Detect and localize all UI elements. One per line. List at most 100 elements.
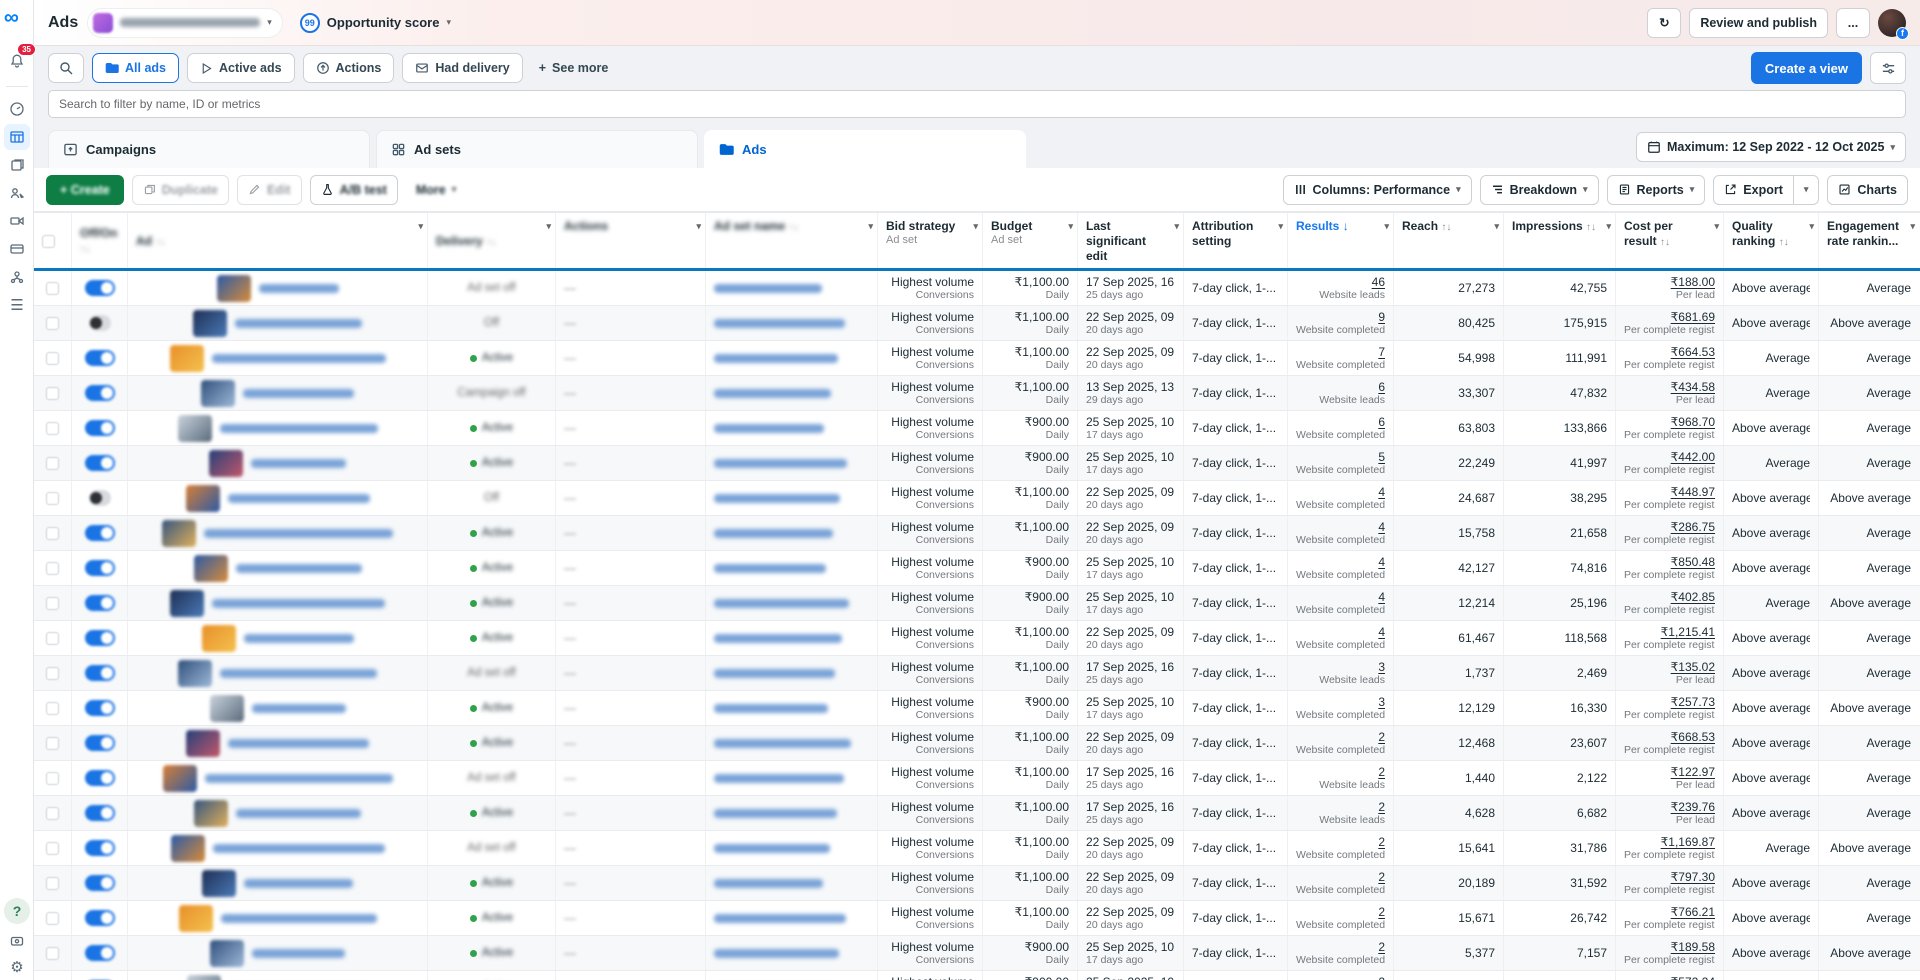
row-checkbox[interactable] bbox=[46, 352, 59, 365]
results-value[interactable]: 7 bbox=[1296, 345, 1385, 359]
cost-per-result-value[interactable]: ₹286.75 bbox=[1624, 520, 1715, 534]
help-icon[interactable]: ? bbox=[4, 898, 30, 924]
ad-on-off-toggle[interactable] bbox=[85, 595, 115, 611]
row-checkbox[interactable] bbox=[46, 842, 59, 855]
ad-set-name-redacted[interactable] bbox=[714, 844, 830, 853]
duplicate-button[interactable]: Duplicate bbox=[132, 175, 229, 205]
cost-per-result-value[interactable]: ₹448.97 bbox=[1624, 485, 1715, 499]
ad-set-name-redacted[interactable] bbox=[714, 914, 846, 923]
results-value[interactable]: 2 bbox=[1296, 765, 1385, 779]
ad-on-off-toggle[interactable] bbox=[85, 630, 115, 646]
ad-on-off-toggle[interactable] bbox=[85, 875, 115, 891]
row-checkbox[interactable] bbox=[46, 632, 59, 645]
ad-set-name-redacted[interactable] bbox=[714, 949, 839, 958]
campaigns-icon[interactable] bbox=[4, 124, 30, 150]
ad-set-name-redacted[interactable] bbox=[714, 809, 837, 818]
ad-on-off-toggle[interactable] bbox=[85, 280, 115, 296]
cost-per-result-value[interactable]: ₹135.02 bbox=[1624, 660, 1715, 674]
ad-on-off-toggle[interactable] bbox=[89, 490, 111, 506]
header-results[interactable]: Results ↓▾ bbox=[1288, 213, 1394, 268]
ad-name-redacted[interactable] bbox=[220, 424, 378, 433]
view-settings-button[interactable] bbox=[1870, 52, 1906, 84]
row-checkbox[interactable] bbox=[46, 492, 59, 505]
results-value[interactable]: 2 bbox=[1296, 835, 1385, 849]
row-checkbox[interactable] bbox=[46, 947, 59, 960]
results-value[interactable]: 4 bbox=[1296, 590, 1385, 604]
header-cost-per-result[interactable]: Cost per result ↑↓▾ bbox=[1616, 213, 1724, 268]
ad-set-name-redacted[interactable] bbox=[714, 284, 822, 293]
row-checkbox[interactable] bbox=[46, 912, 59, 925]
ad-name-redacted[interactable] bbox=[252, 704, 346, 713]
results-value[interactable]: 5 bbox=[1296, 450, 1385, 464]
ad-on-off-toggle[interactable] bbox=[85, 455, 115, 471]
ad-set-name-redacted[interactable] bbox=[714, 529, 833, 538]
more-button[interactable]: More ▾ bbox=[406, 175, 466, 205]
cost-per-result-value[interactable]: ₹402.85 bbox=[1624, 590, 1715, 604]
ad-name-redacted[interactable] bbox=[243, 389, 354, 398]
ad-on-off-toggle[interactable] bbox=[85, 945, 115, 961]
cost-per-result-value[interactable]: ₹1,215.41 bbox=[1624, 625, 1715, 639]
header-actions[interactable]: Actions▾ bbox=[556, 213, 706, 268]
row-checkbox[interactable] bbox=[46, 807, 59, 820]
ad-on-off-toggle[interactable] bbox=[85, 560, 115, 576]
ad-name-redacted[interactable] bbox=[244, 634, 354, 643]
cost-per-result-value[interactable]: ₹664.53 bbox=[1624, 345, 1715, 359]
select-all-checkbox[interactable] bbox=[34, 213, 72, 268]
ad-set-name-redacted[interactable] bbox=[714, 319, 845, 328]
ad-name-redacted[interactable] bbox=[212, 599, 385, 608]
ad-name-redacted[interactable] bbox=[220, 669, 377, 678]
row-checkbox[interactable] bbox=[46, 457, 59, 470]
ad-set-name-redacted[interactable] bbox=[714, 494, 840, 503]
results-value[interactable]: 2 bbox=[1296, 730, 1385, 744]
results-value[interactable]: 4 bbox=[1296, 485, 1385, 499]
row-checkbox[interactable] bbox=[46, 702, 59, 715]
ad-name-redacted[interactable] bbox=[236, 809, 361, 818]
cost-per-result-value[interactable]: ₹239.76 bbox=[1624, 800, 1715, 814]
header-ad[interactable]: Ad ↑↓▾ bbox=[128, 213, 428, 268]
ad-name-redacted[interactable] bbox=[244, 879, 353, 888]
cost-per-result-value[interactable]: ₹442.00 bbox=[1624, 450, 1715, 464]
row-checkbox[interactable] bbox=[46, 387, 59, 400]
ad-name-redacted[interactable] bbox=[252, 949, 345, 958]
ad-name-redacted[interactable] bbox=[251, 459, 346, 468]
cost-per-result-value[interactable]: ₹968.70 bbox=[1624, 415, 1715, 429]
results-value[interactable]: 2 bbox=[1296, 800, 1385, 814]
results-value[interactable]: 3 bbox=[1296, 660, 1385, 674]
payments-icon[interactable] bbox=[4, 928, 30, 954]
cost-per-result-value[interactable]: ₹668.53 bbox=[1624, 730, 1715, 744]
ad-set-name-redacted[interactable] bbox=[714, 879, 823, 888]
results-value[interactable]: 3 bbox=[1296, 695, 1385, 709]
refresh-button[interactable]: ↻ bbox=[1647, 8, 1681, 38]
row-checkbox[interactable] bbox=[46, 562, 59, 575]
cost-per-result-value[interactable]: ₹766.21 bbox=[1624, 905, 1715, 919]
cost-per-result-value[interactable]: ₹1,169.87 bbox=[1624, 835, 1715, 849]
cost-per-result-value[interactable]: ₹257.73 bbox=[1624, 695, 1715, 709]
all-tools-icon[interactable]: ☰ bbox=[4, 292, 30, 318]
ads-reporting-icon[interactable] bbox=[4, 152, 30, 178]
ad-set-name-redacted[interactable] bbox=[714, 704, 828, 713]
cost-per-result-value[interactable]: ₹188.00 bbox=[1624, 275, 1715, 289]
ad-set-name-redacted[interactable] bbox=[714, 424, 824, 433]
notifications-icon[interactable]: 35 bbox=[4, 48, 30, 74]
user-avatar[interactable]: f bbox=[1878, 9, 1906, 37]
ad-on-off-toggle[interactable] bbox=[85, 385, 115, 401]
row-checkbox[interactable] bbox=[46, 877, 59, 890]
row-checkbox[interactable] bbox=[46, 772, 59, 785]
ad-name-redacted[interactable] bbox=[228, 494, 370, 503]
columns-button[interactable]: Columns: Performance▾ bbox=[1283, 175, 1472, 205]
ad-name-redacted[interactable] bbox=[205, 774, 393, 783]
business-assets-icon[interactable] bbox=[4, 264, 30, 290]
results-value[interactable]: 46 bbox=[1296, 275, 1385, 289]
ad-name-redacted[interactable] bbox=[236, 564, 362, 573]
ab-test-button[interactable]: A/B test bbox=[310, 175, 398, 205]
ad-name-redacted[interactable] bbox=[212, 354, 386, 363]
header-budget[interactable]: BudgetAd set▾ bbox=[983, 213, 1078, 268]
filter-pill-actions[interactable]: Actions bbox=[303, 53, 395, 83]
header-ad-set-name[interactable]: Ad set name ↑↓▾ bbox=[706, 213, 878, 268]
ad-on-off-toggle[interactable] bbox=[85, 665, 115, 681]
results-value[interactable]: 6 bbox=[1296, 380, 1385, 394]
results-value[interactable]: 2 bbox=[1296, 940, 1385, 954]
header-reach[interactable]: Reach ↑↓▾ bbox=[1394, 213, 1504, 268]
reports-button[interactable]: Reports▾ bbox=[1607, 175, 1706, 205]
header-attribution-setting[interactable]: Attribution setting▾ bbox=[1184, 213, 1288, 268]
